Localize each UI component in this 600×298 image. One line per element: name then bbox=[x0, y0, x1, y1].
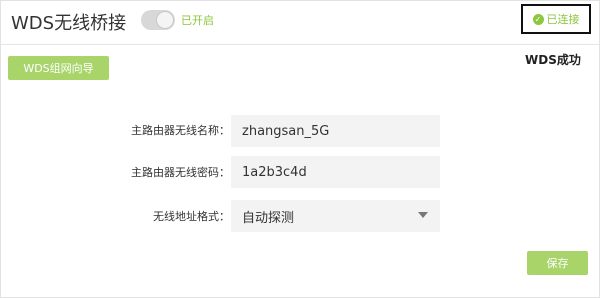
wds-toggle-switch[interactable] bbox=[141, 10, 175, 30]
wds-wizard-button[interactable]: WDS组网向导 bbox=[8, 56, 109, 80]
address-format-label: 无线地址格式： bbox=[153, 210, 230, 223]
address-format-value: 自动探测 bbox=[242, 210, 295, 226]
save-button[interactable]: 保存 bbox=[527, 251, 588, 275]
dropdown-arrow-icon bbox=[418, 212, 428, 218]
connection-status-badge: ✓ 已连接 bbox=[521, 4, 591, 34]
connection-status-text: 已连接 bbox=[546, 13, 580, 26]
check-circle-icon: ✓ bbox=[532, 13, 544, 25]
ssid-label: 主路由器无线名称： bbox=[131, 124, 230, 137]
password-input[interactable]: 1a2b3c4d bbox=[231, 156, 440, 188]
toggle-knob bbox=[156, 11, 174, 29]
password-label: 主路由器无线密码： bbox=[131, 166, 230, 179]
password-value: 1a2b3c4d bbox=[242, 164, 307, 180]
address-format-select[interactable]: 自动探测 bbox=[231, 200, 440, 232]
header-divider bbox=[0, 44, 600, 45]
ssid-input[interactable]: zhangsan_5G bbox=[231, 115, 440, 147]
wds-result-text: WDS成功 bbox=[525, 53, 581, 67]
toggle-status-label: 已开启 bbox=[181, 14, 214, 27]
ssid-value: zhangsan_5G bbox=[242, 123, 330, 139]
page-title: WDS无线桥接 bbox=[11, 13, 127, 34]
